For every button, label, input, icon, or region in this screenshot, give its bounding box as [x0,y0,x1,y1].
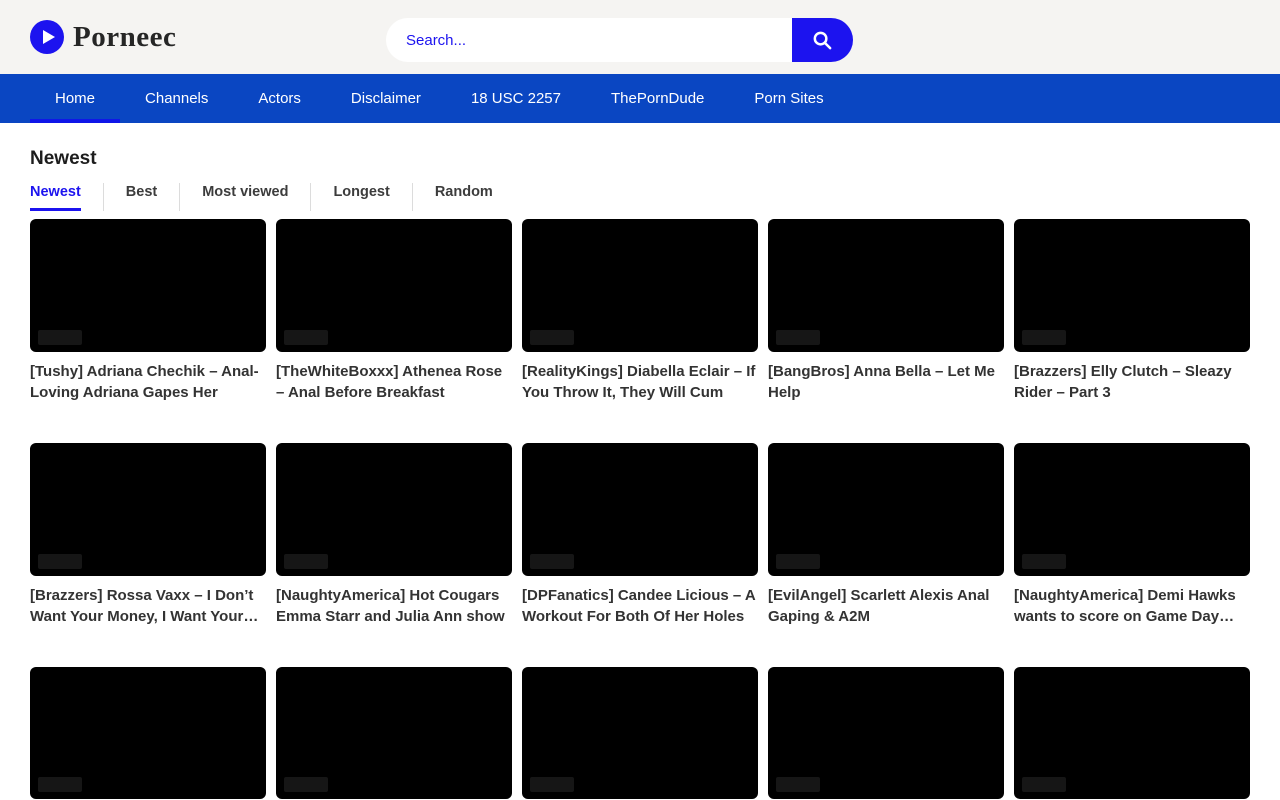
nav-item-disclaimer[interactable]: Disclaimer [326,74,446,123]
tab-newest[interactable]: Newest [30,183,104,211]
video-card[interactable]: [NaughtyAmerica] Demi Hawks wants to sco… [1014,443,1250,627]
video-thumbnail[interactable] [768,219,1004,352]
video-card[interactable] [276,667,512,800]
video-card[interactable]: [Brazzers] Rossa Vaxx – I Don’t Want You… [30,443,266,627]
main-content: Newest Newest Best Most viewed Longest R… [0,148,1280,800]
duration-badge [1022,330,1066,345]
duration-badge [38,554,82,569]
duration-badge [284,777,328,792]
video-card[interactable] [522,667,758,800]
video-thumbnail[interactable] [30,219,266,352]
video-card[interactable]: [NaughtyAmerica] Hot Cougars Emma Starr … [276,443,512,627]
tab-longest[interactable]: Longest [311,183,412,211]
duration-badge [1022,554,1066,569]
tab-random[interactable]: Random [413,183,515,211]
duration-badge [530,777,574,792]
search-bar [386,18,853,62]
video-thumbnail[interactable] [1014,219,1250,352]
video-title[interactable]: [RealityKings] Diabella Eclair – If You … [522,361,758,403]
nav-item-actors[interactable]: Actors [233,74,326,123]
video-card[interactable] [30,667,266,800]
nav-item-home[interactable]: Home [30,74,120,123]
duration-badge [284,554,328,569]
logo-text: Porneec [73,21,176,54]
video-thumbnail[interactable] [522,443,758,576]
video-thumbnail[interactable] [768,443,1004,576]
video-card[interactable]: [EvilAngel] Scarlett Alexis Anal Gaping … [768,443,1004,627]
search-input[interactable] [386,18,792,62]
video-title[interactable]: [DPFanatics] Candee Licious – A Workout … [522,585,758,627]
video-card[interactable]: [Brazzers] Elly Clutch – Sleazy Rider – … [1014,219,1250,403]
duration-badge [284,330,328,345]
page-title: Newest [30,148,1250,170]
video-thumbnail[interactable] [522,219,758,352]
nav-item-channels[interactable]: Channels [120,74,233,123]
site-logo[interactable]: Porneec [30,20,176,54]
video-title[interactable]: [Tushy] Adriana Chechik – Anal-Loving Ad… [30,361,266,403]
main-nav: Home Channels Actors Disclaimer 18 USC 2… [0,74,1280,123]
video-thumbnail[interactable] [1014,667,1250,800]
video-thumbnail[interactable] [276,219,512,352]
video-card[interactable]: [RealityKings] Diabella Eclair – If You … [522,219,758,403]
site-header: Porneec [0,0,1280,74]
video-thumbnail[interactable] [276,667,512,800]
tab-best[interactable]: Best [104,183,180,211]
video-title[interactable]: [TheWhiteBoxxx] Athenea Rose – Anal Befo… [276,361,512,403]
nav-item-porn-sites[interactable]: Porn Sites [729,74,848,123]
video-card[interactable]: [DPFanatics] Candee Licious – A Workout … [522,443,758,627]
video-card[interactable]: [Tushy] Adriana Chechik – Anal-Loving Ad… [30,219,266,403]
magnifier-icon [811,29,834,52]
video-title[interactable]: [Brazzers] Elly Clutch – Sleazy Rider – … [1014,361,1250,403]
nav-item-theporndude[interactable]: ThePornDude [586,74,729,123]
search-button[interactable] [792,18,853,62]
play-circle-icon [30,20,64,54]
tab-most-viewed[interactable]: Most viewed [180,183,311,211]
duration-badge [776,330,820,345]
video-thumbnail[interactable] [30,443,266,576]
duration-badge [38,777,82,792]
video-title[interactable]: [NaughtyAmerica] Hot Cougars Emma Starr … [276,585,512,627]
video-card[interactable] [768,667,1004,800]
video-thumbnail[interactable] [1014,443,1250,576]
video-thumbnail[interactable] [30,667,266,800]
duration-badge [776,777,820,792]
video-title[interactable]: [BangBros] Anna Bella – Let Me Help [768,361,1004,403]
video-title[interactable]: [Brazzers] Rossa Vaxx – I Don’t Want You… [30,585,266,627]
nav-item-18-usc-2257[interactable]: 18 USC 2257 [446,74,586,123]
video-card[interactable]: [TheWhiteBoxxx] Athenea Rose – Anal Befo… [276,219,512,403]
sort-tabs: Newest Best Most viewed Longest Random [30,183,1250,211]
video-card[interactable] [1014,667,1250,800]
duration-badge [530,554,574,569]
video-title[interactable]: [NaughtyAmerica] Demi Hawks wants to sco… [1014,585,1250,627]
duration-badge [1022,777,1066,792]
video-thumbnail[interactable] [522,667,758,800]
video-thumbnail[interactable] [768,667,1004,800]
video-card[interactable]: [BangBros] Anna Bella – Let Me Help [768,219,1004,403]
video-title[interactable]: [EvilAngel] Scarlett Alexis Anal Gaping … [768,585,1004,627]
duration-badge [776,554,820,569]
duration-badge [38,330,82,345]
video-thumbnail[interactable] [276,443,512,576]
video-grid: [Tushy] Adriana Chechik – Anal-Loving Ad… [30,219,1250,800]
duration-badge [530,330,574,345]
